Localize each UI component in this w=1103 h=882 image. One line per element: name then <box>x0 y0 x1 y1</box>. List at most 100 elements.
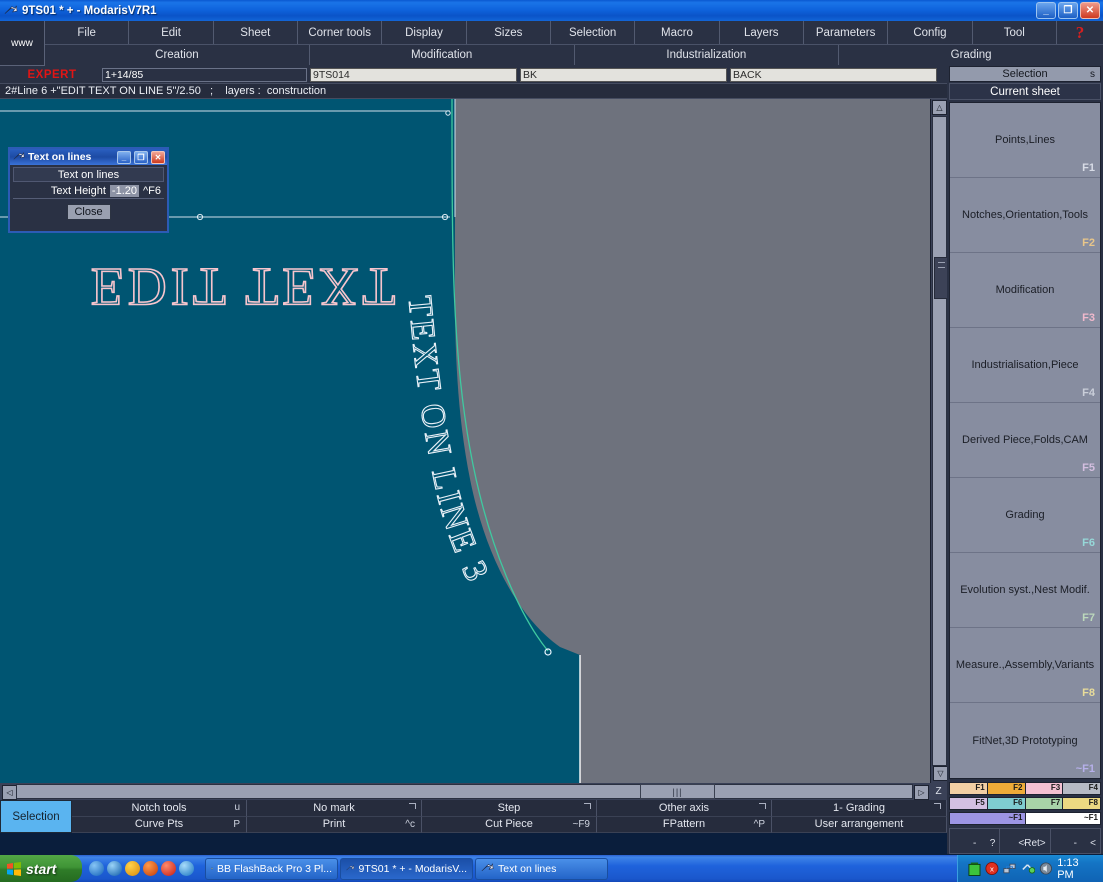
dialog-minimize-icon[interactable]: _ <box>117 150 131 164</box>
minimize-icon[interactable]: _ <box>1036 2 1056 19</box>
text-on-lines-dialog[interactable]: Text on lines _ ❐ ✕ Text on lines Text H… <box>8 147 169 233</box>
menu-item-selection[interactable]: Selection <box>550 21 636 44</box>
firefox-icon[interactable] <box>143 861 158 876</box>
btn-no-mark[interactable]: No mark <box>247 800 422 817</box>
hscroll-thumb[interactable]: ||| <box>640 784 715 799</box>
piece-name-field[interactable]: BACK <box>730 67 937 82</box>
sidebar-item-grading[interactable]: Grading F6 <box>950 478 1100 553</box>
sidebar-bottom-button-3[interactable]: - < <box>1051 829 1100 853</box>
sidebar-item-derived-piece-folds-cam[interactable]: Derived Piece,Folds,CAM F5 <box>950 403 1100 478</box>
swatch-f5[interactable]: F5 <box>950 798 988 809</box>
swatch-tilde-f1-b[interactable]: ~F1 <box>1025 813 1100 824</box>
zoom-button[interactable]: Z <box>930 783 947 800</box>
volume-icon[interactable] <box>1039 861 1053 876</box>
taskbar-item-flashback[interactable]: BB FlashBack Pro 3 Pl... <box>205 857 338 880</box>
sidebar-item-measure-assembly-variants[interactable]: Measure.,Assembly,Variants F8 <box>950 628 1100 703</box>
swatch-label: ~F1 <box>1083 813 1098 822</box>
dialog-close-icon[interactable]: ✕ <box>151 150 165 164</box>
antivirus-alert-icon[interactable]: x <box>985 861 999 876</box>
emoticon-icon[interactable] <box>125 861 140 876</box>
menu-item-file[interactable]: File <box>45 21 130 44</box>
horizontal-scrollbar[interactable]: ◁ ||| ▷ <box>0 783 930 800</box>
swatch-tilde-f1-a[interactable]: ~F1 <box>950 813 1026 824</box>
swatch-f3[interactable]: F3 <box>1025 783 1064 794</box>
clock[interactable]: 1:13 PM <box>1057 857 1095 881</box>
scroll-right-icon[interactable]: ▷ <box>914 785 929 800</box>
vertical-scrollbar[interactable]: △ ▽ <box>930 99 949 783</box>
menu-item-parameters[interactable]: Parameters <box>803 21 889 44</box>
tab-grading[interactable]: Grading <box>839 45 1103 65</box>
menu-item-macro[interactable]: Macro <box>635 21 720 44</box>
scroll-left-icon[interactable]: ◁ <box>2 785 17 800</box>
btn-print[interactable]: Print ^c <box>247 816 422 833</box>
menu-item-sheet[interactable]: Sheet <box>213 21 298 44</box>
btn-label: 1- Grading <box>833 801 885 814</box>
scroll-down-icon[interactable]: ▽ <box>933 766 948 781</box>
start-button[interactable]: start <box>0 855 82 882</box>
chrome-icon[interactable] <box>161 861 176 876</box>
btn-curve-pts[interactable]: Curve Pts P <box>72 816 247 833</box>
btn-other-axis[interactable]: Other axis <box>597 800 772 817</box>
tab-industrialization[interactable]: Industrialization <box>574 45 840 65</box>
btn-step[interactable]: Step <box>422 800 597 817</box>
question-mark-icon: ? <box>1075 22 1085 42</box>
sidebar-item-notches-orientation-tools[interactable]: Notches,Orientation,Tools F2 <box>950 178 1100 253</box>
btn-cut-piece[interactable]: Cut Piece ~F9 <box>422 816 597 833</box>
text-height-value[interactable]: -1.20 <box>109 184 139 197</box>
internet-explorer-icon[interactable] <box>179 861 194 876</box>
sidebar-header[interactable]: Selection s <box>949 66 1101 82</box>
btn-notch-tools[interactable]: Notch tools u <box>72 800 247 817</box>
swatch-f4[interactable]: F4 <box>1063 783 1100 794</box>
network-icon[interactable] <box>1003 861 1017 876</box>
btn-fpattern[interactable]: FPattern ^P <box>597 816 772 833</box>
media-player-icon[interactable] <box>107 861 122 876</box>
www-button[interactable]: www <box>0 21 45 66</box>
tab-creation[interactable]: Creation <box>45 45 310 65</box>
vscroll-track[interactable] <box>932 116 949 766</box>
sidebar-bottom-button-1[interactable]: - ? <box>950 829 1001 853</box>
taskbar-item-modaris[interactable]: 9TS01 * + - ModarisV... <box>340 857 473 880</box>
menu-item-sizes[interactable]: Sizes <box>466 21 551 44</box>
swatch-f8[interactable]: F8 <box>1063 798 1100 809</box>
maximize-icon[interactable]: ❐ <box>1058 2 1078 19</box>
menu-item-corner-tools[interactable]: Corner tools <box>297 21 383 44</box>
btn-grading[interactable]: 1- Grading <box>772 800 947 817</box>
sidebar-item-evolution-syst-nest-modif[interactable]: Evolution syst.,Nest Modif. F7 <box>950 553 1100 628</box>
taskbar-buttons: BB FlashBack Pro 3 Pl... 9TS01 * + - Mod… <box>201 857 608 880</box>
sidebar-item-industrialisation-piece[interactable]: Industrialisation,Piece F4 <box>950 328 1100 403</box>
browser-icon[interactable] <box>89 861 104 876</box>
dialog-maximize-icon[interactable]: ❐ <box>134 150 148 164</box>
taskbar-item-text-on-lines[interactable]: Text on lines <box>475 857 608 880</box>
tab-modification[interactable]: Modification <box>309 45 575 65</box>
help-button[interactable]: ? <box>1056 21 1103 44</box>
btn-user-arrangement[interactable]: User arrangement <box>772 816 947 833</box>
windows-logo-icon <box>7 861 21 876</box>
piece-code-field[interactable]: BK <box>520 67 727 82</box>
status-text: 2#Line 6 +"EDIT TEXT ON LINE 5"/2.50 ; l… <box>5 85 327 97</box>
sidebar-item-modification[interactable]: Modification F3 <box>950 253 1100 328</box>
menu-item-tool[interactable]: Tool <box>972 21 1057 44</box>
sidebar-item-fitnet-3d-prototyping[interactable]: FitNet,3D Prototyping ~F1 <box>950 703 1100 778</box>
model-field[interactable]: 9TS014 <box>310 67 517 82</box>
menu-item-display[interactable]: Display <box>382 21 467 44</box>
menu-item-edit[interactable]: Edit <box>129 21 214 44</box>
menu-item-layers[interactable]: Layers <box>719 21 804 44</box>
current-sheet-label[interactable]: Current sheet <box>949 83 1101 100</box>
battery-icon[interactable] <box>968 861 981 877</box>
swatch-f2[interactable]: F2 <box>987 783 1026 794</box>
swatch-f7[interactable]: F7 <box>1025 798 1064 809</box>
sidebar-item-points-lines[interactable]: Points,Lines F1 <box>950 103 1100 178</box>
dialog-close-button[interactable]: Close <box>66 204 111 220</box>
wireless-icon[interactable] <box>1021 861 1036 876</box>
size-field[interactable]: 1+14/85 <box>102 67 307 82</box>
menu-item-config[interactable]: Config <box>888 21 973 44</box>
selection-mode-button[interactable]: Selection <box>0 800 72 833</box>
swatch-f6[interactable]: F6 <box>987 798 1026 809</box>
scroll-up-icon[interactable]: △ <box>932 100 947 115</box>
sidebar-bottom-button-2[interactable]: - <Ret> <box>1000 829 1051 853</box>
hscroll-track[interactable] <box>16 784 913 799</box>
swatch-label: F1 <box>975 783 985 792</box>
text-height-row[interactable]: Text Height -1.20 ^F6 <box>13 183 164 199</box>
swatch-f1[interactable]: F1 <box>950 783 988 794</box>
close-icon[interactable]: ✕ <box>1080 2 1100 19</box>
